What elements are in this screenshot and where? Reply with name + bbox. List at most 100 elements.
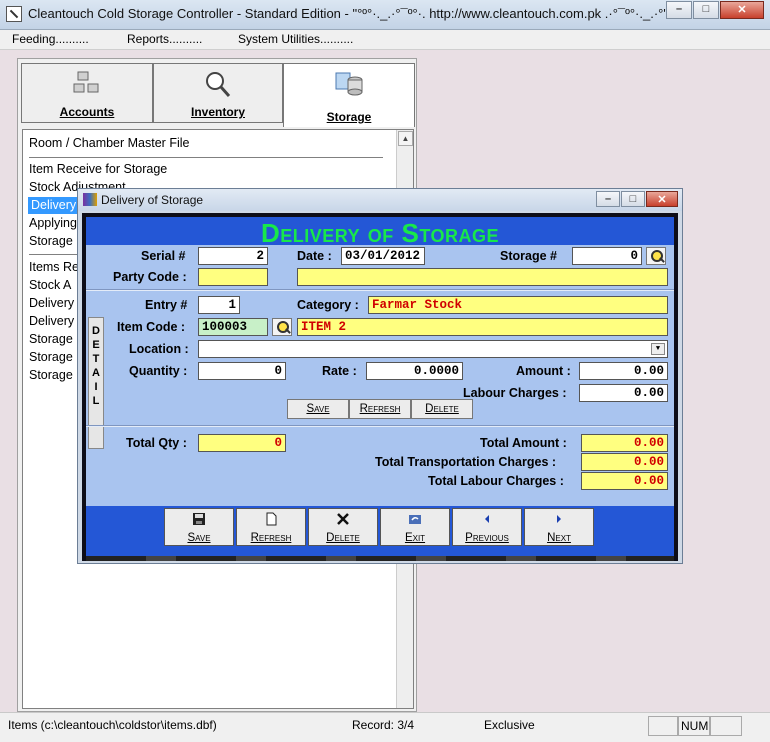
x-icon: [337, 513, 349, 525]
detail-tab[interactable]: DETAIL: [88, 317, 104, 449]
total-qty-label: Total Qty :: [126, 436, 187, 450]
party-code-field[interactable]: [198, 268, 268, 286]
window-title: Cleantouch Cold Storage Controller - Sta…: [28, 6, 668, 21]
amount-label: Amount :: [516, 364, 571, 378]
dialog-maximize-button[interactable]: □: [621, 191, 645, 207]
storage-label: Storage #: [500, 249, 557, 263]
menu-reports[interactable]: Reports..........: [127, 32, 202, 46]
item-code-field[interactable]: 100003: [198, 318, 268, 336]
delete-button[interactable]: Delete: [308, 508, 378, 546]
refresh-button[interactable]: Refresh: [236, 508, 306, 546]
section-divider: [86, 289, 674, 291]
menu-bar: Feeding.......... Reports.......... Syst…: [0, 30, 770, 50]
rate-label: Rate :: [322, 364, 357, 378]
category-label: Category :: [297, 298, 359, 312]
exit-button[interactable]: Exit: [380, 508, 450, 546]
close-icon: ✕: [657, 194, 667, 206]
maximize-button[interactable]: □: [693, 1, 719, 19]
right-arrow-icon: [557, 515, 561, 523]
category-field[interactable]: Farmar Stock: [368, 296, 668, 314]
dialog-window-controls: – □ ✕: [595, 191, 678, 207]
serial-field[interactable]: 2: [198, 247, 268, 265]
save-label: Save: [187, 532, 211, 544]
tab-accounts[interactable]: Accounts: [21, 63, 153, 123]
tab-storage-label: Storage: [326, 110, 372, 124]
list-item[interactable]: Storage: [29, 233, 73, 250]
party-name-field[interactable]: [297, 268, 668, 286]
tab-storage[interactable]: Storage: [283, 63, 415, 127]
storage-number-field[interactable]: 0: [572, 247, 642, 265]
maximize-icon: □: [702, 3, 710, 15]
list-item[interactable]: Item Receive for Storage: [29, 161, 167, 178]
scroll-up-icon[interactable]: ▲: [398, 131, 413, 146]
status-mode: Exclusive: [484, 718, 535, 732]
form-header: Delivery of Storage: [86, 217, 674, 248]
status-cell: [648, 716, 678, 736]
detail-save-button[interactable]: Save: [287, 399, 349, 419]
menu-feeding[interactable]: Feeding..........: [12, 32, 89, 46]
minimize-icon: –: [675, 3, 683, 15]
labour-charges-field[interactable]: 0.00: [579, 384, 668, 402]
tab-inventory[interactable]: Inventory: [153, 63, 283, 123]
labour-charges-label: Labour Charges :: [463, 386, 567, 400]
dialog-close-button[interactable]: ✕: [646, 191, 678, 207]
total-labour-label: Total Labour Charges :: [428, 474, 564, 488]
decorative-strip: [86, 556, 674, 561]
exit-icon: [409, 515, 421, 524]
total-transport-field: 0.00: [581, 453, 668, 471]
list-item[interactable]: Stock A: [29, 277, 71, 294]
next-label: Next: [547, 532, 571, 544]
page-icon: [266, 512, 277, 526]
item-name-field[interactable]: ITEM 2: [297, 318, 668, 336]
list-item-selected[interactable]: Delivery: [28, 197, 80, 214]
list-item[interactable]: Storage: [29, 367, 73, 384]
entry-field[interactable]: 1: [198, 296, 240, 314]
detail-delete-button[interactable]: Delete: [411, 399, 473, 419]
list-item[interactable]: Room / Chamber Master File: [29, 135, 189, 152]
previous-button[interactable]: Previous: [452, 508, 522, 546]
action-toolbar: Save Refresh Delete Exit Previous Next: [86, 506, 674, 556]
entry-label: Entry #: [145, 298, 188, 312]
list-divider: [29, 157, 383, 158]
storage-search-icon[interactable]: [646, 247, 666, 265]
close-button[interactable]: ✕: [720, 1, 764, 19]
list-item[interactable]: Storage: [29, 349, 73, 366]
maximize-icon: □: [629, 193, 637, 205]
title-bar: Cleantouch Cold Storage Controller - Sta…: [0, 0, 770, 30]
floppy-icon: [193, 513, 205, 525]
quantity-field[interactable]: 0: [198, 362, 286, 380]
save-button[interactable]: Save: [164, 508, 234, 546]
list-item[interactable]: Storage: [29, 331, 73, 348]
app-icon: [6, 6, 22, 22]
magnifier-icon: [206, 72, 231, 97]
detail-refresh-button[interactable]: Refresh: [349, 399, 411, 419]
item-search-icon[interactable]: [272, 318, 292, 336]
location-dropdown[interactable]: ▼: [198, 340, 668, 358]
status-num: NUM: [678, 716, 710, 736]
chevron-down-icon[interactable]: ▼: [651, 343, 665, 355]
refresh-label: Refresh: [250, 532, 292, 544]
date-field[interactable]: 03/01/2012: [341, 247, 425, 265]
status-path: Items (c:\cleantouch\coldstor\items.dbf): [8, 718, 217, 732]
dialog-app-icon: [83, 193, 97, 206]
serial-label: Serial #: [141, 249, 186, 263]
minimize-icon: –: [604, 193, 612, 205]
dialog-minimize-button[interactable]: –: [596, 191, 620, 207]
amount-field[interactable]: 0.00: [579, 362, 668, 380]
total-qty-field: 0: [198, 434, 286, 452]
list-item[interactable]: Items Re: [29, 259, 79, 276]
delivery-form: Serial # 2 Date : 03/01/2012 Storage # 0…: [86, 245, 674, 506]
tab-accounts-label: Accounts: [59, 105, 115, 119]
list-item[interactable]: Delivery: [29, 295, 74, 312]
rate-field[interactable]: 0.0000: [366, 362, 463, 380]
date-label: Date :: [297, 249, 332, 263]
section-divider: [86, 425, 674, 427]
status-record: Record: 3/4: [352, 718, 415, 732]
item-code-label: Item Code :: [117, 320, 186, 334]
list-item[interactable]: Delivery: [29, 313, 74, 330]
list-item[interactable]: Applying: [29, 215, 77, 232]
next-button[interactable]: Next: [524, 508, 594, 546]
menu-system-utilities[interactable]: System Utilities..........: [238, 32, 353, 46]
left-arrow-icon: [485, 515, 489, 523]
minimize-button[interactable]: –: [666, 1, 692, 19]
